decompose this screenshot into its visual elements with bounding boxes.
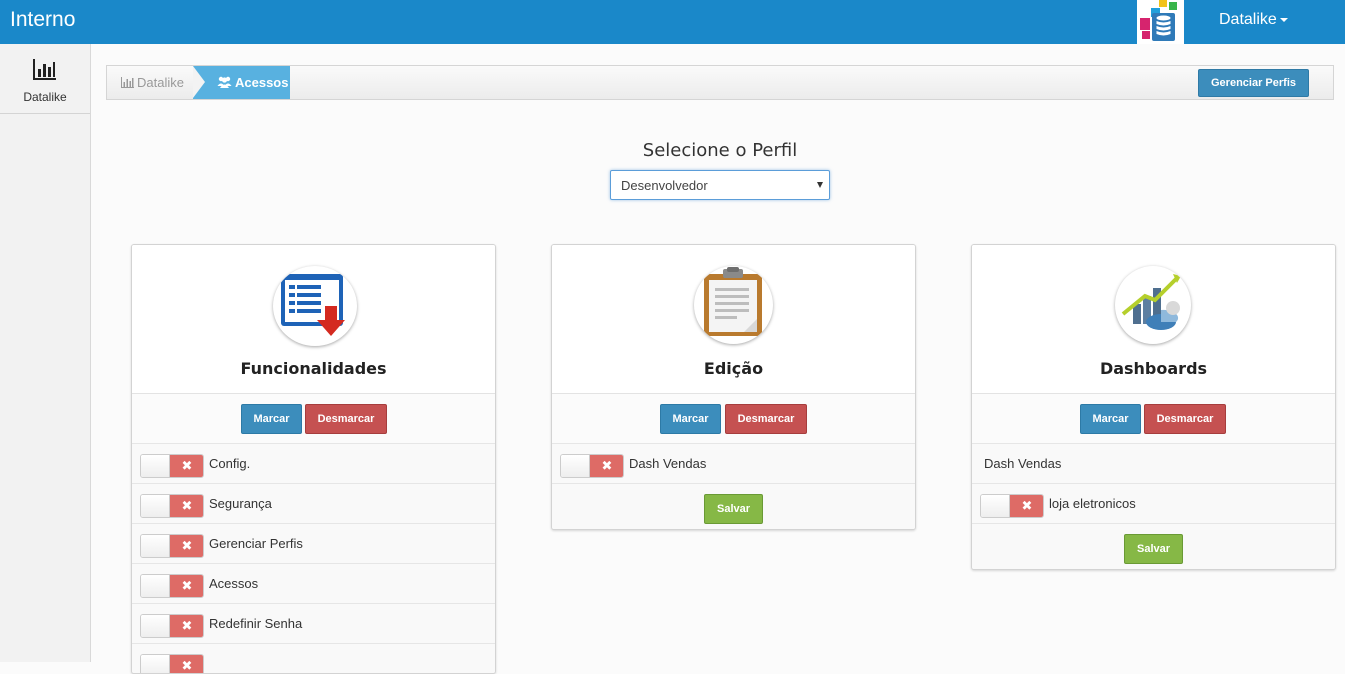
permission-card-dashboards: Dashboards Marcar Desmarcar Dash Vendas … — [971, 244, 1336, 570]
toggle-off-x-icon: ✖ — [170, 655, 203, 673]
permission-row: ✖ Segurança — [132, 484, 495, 524]
database-logo-icon — [1140, 0, 1177, 41]
permission-row: ✖ loja eletronicos — [972, 484, 1335, 524]
breadcrumb-item-datalike[interactable]: Datalike — [121, 75, 184, 90]
users-icon — [217, 76, 232, 88]
permission-label: Dash Vendas — [629, 456, 707, 471]
permission-card-funcionalidades: Funcionalidades Marcar Desmarcar ✖ Confi… — [131, 244, 496, 674]
permission-toggle[interactable]: ✖ — [140, 534, 204, 558]
select-profile-title: Selecione o Perfil — [642, 140, 798, 161]
card-title: Funcionalidades — [240, 359, 387, 378]
permission-toggle[interactable]: ✖ — [140, 614, 204, 638]
permission-toggle[interactable]: ✖ — [140, 494, 204, 518]
app-logo[interactable] — [1137, 0, 1184, 44]
permission-row: ✖ Redefinir Senha — [132, 604, 495, 644]
toggle-off-x-icon: ✖ — [170, 495, 203, 517]
permission-row: ✖ — [132, 644, 495, 673]
bar-chart-icon — [121, 77, 134, 88]
permission-label: loja eletronicos — [1049, 496, 1136, 511]
sidebar: Datalike — [0, 44, 91, 662]
permission-row: ✖ Config. — [132, 444, 495, 484]
list-download-icon — [273, 266, 357, 346]
toggle-off-x-icon: ✖ — [1010, 495, 1043, 517]
permission-group-label: Dash Vendas — [984, 456, 1062, 471]
permission-label: Segurança — [209, 496, 272, 511]
dropdown-arrow-icon — [817, 182, 823, 188]
dashboard-chart-icon — [1115, 266, 1191, 344]
user-menu-dropdown[interactable]: Datalike — [1219, 11, 1288, 29]
card-title: Edição — [703, 359, 764, 378]
permission-row: ✖ Gerenciar Perfis — [132, 524, 495, 564]
permission-label: Acessos — [209, 576, 259, 591]
clipboard-icon — [694, 266, 773, 344]
breadcrumb: Datalike Acessos Gerenciar Perfis — [106, 65, 1334, 100]
mark-all-button[interactable]: Marcar — [660, 404, 721, 434]
top-navbar: Interno Datalike — [0, 0, 1345, 44]
manage-profiles-button[interactable]: Gerenciar Perfis — [1198, 69, 1309, 97]
permission-row: ✖ Acessos — [132, 564, 495, 604]
permission-label: Redefinir Senha — [209, 616, 303, 631]
permission-row: ✖ Dash Vendas — [552, 444, 915, 484]
toggle-off-x-icon: ✖ — [170, 455, 203, 477]
toggle-off-x-icon: ✖ — [590, 455, 623, 477]
unmark-all-button[interactable]: Desmarcar — [725, 404, 807, 434]
permission-card-edicao: Edição Marcar Desmarcar ✖ Dash Vendas Sa… — [551, 244, 916, 530]
permission-group-row: Dash Vendas — [972, 444, 1335, 484]
permission-toggle[interactable]: ✖ — [560, 454, 624, 478]
caret-down-icon — [1279, 17, 1288, 22]
breadcrumb-label: Datalike — [137, 75, 184, 90]
sidebar-item-datalike[interactable]: Datalike — [0, 44, 90, 114]
breadcrumb-item-acessos[interactable]: Acessos — [193, 66, 290, 99]
permission-toggle[interactable]: ✖ — [140, 574, 204, 598]
toggle-off-x-icon: ✖ — [170, 615, 203, 637]
unmark-all-button[interactable]: Desmarcar — [1144, 404, 1226, 434]
bar-chart-icon — [33, 59, 56, 80]
permission-toggle[interactable]: ✖ — [140, 454, 204, 478]
unmark-all-button[interactable]: Desmarcar — [305, 404, 387, 434]
user-menu-label: Datalike — [1219, 11, 1277, 28]
save-button[interactable]: Salvar — [1124, 534, 1183, 564]
permission-toggle[interactable]: ✖ — [980, 494, 1044, 518]
permission-label: Gerenciar Perfis — [209, 536, 303, 551]
toggle-off-x-icon: ✖ — [170, 575, 203, 597]
permission-label: Config. — [209, 456, 251, 471]
sidebar-item-label: Datalike — [23, 90, 67, 104]
breadcrumb-label: Acessos — [235, 75, 289, 90]
app-brand[interactable]: Interno — [10, 8, 75, 32]
mark-all-button[interactable]: Marcar — [241, 404, 302, 434]
permission-toggle[interactable]: ✖ — [140, 654, 204, 673]
card-title: Dashboards — [1099, 359, 1208, 378]
mark-all-button[interactable]: Marcar — [1080, 404, 1141, 434]
profile-select-value: Desenvolvedor — [621, 178, 708, 193]
save-button[interactable]: Salvar — [704, 494, 763, 524]
profile-select[interactable]: Desenvolvedor — [610, 170, 830, 200]
toggle-off-x-icon: ✖ — [170, 535, 203, 557]
